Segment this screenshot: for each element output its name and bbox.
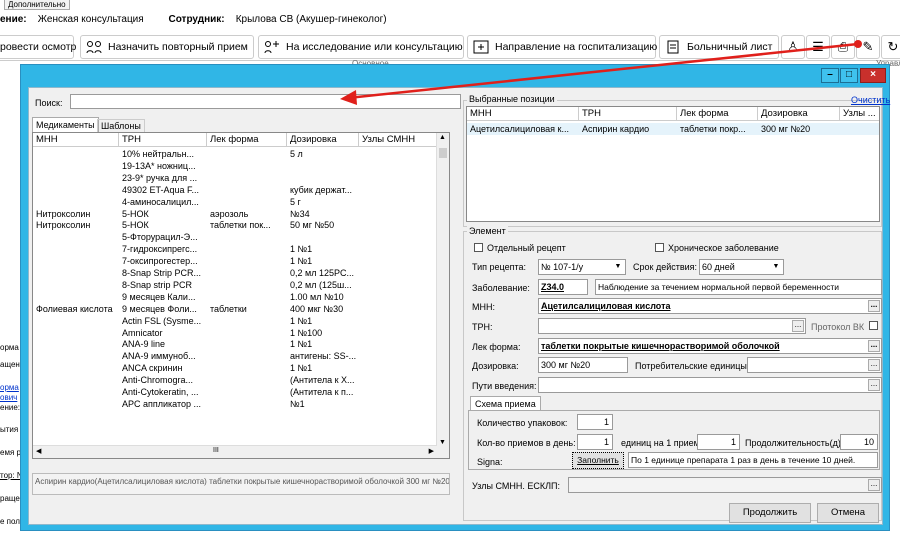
annotation-arrow — [340, 40, 862, 105]
